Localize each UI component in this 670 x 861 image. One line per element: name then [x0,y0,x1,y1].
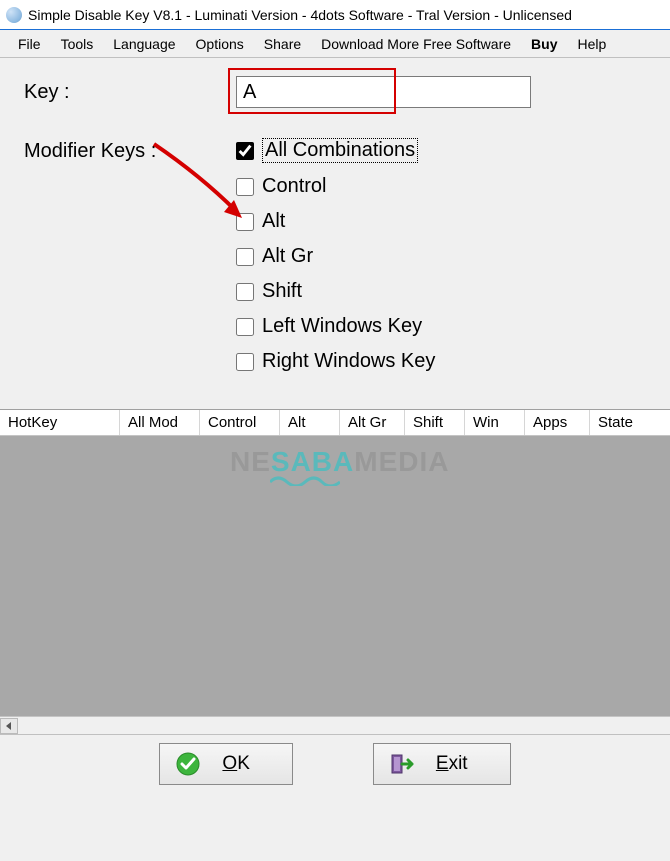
checkbox-input-control[interactable] [236,178,254,196]
checkbox-input-shift[interactable] [236,283,254,301]
menu-options[interactable]: Options [196,36,244,52]
app-icon [6,7,22,23]
checkbox-control[interactable]: Control [236,175,435,198]
chevron-left-icon [5,722,13,730]
modifier-keys-label: Modifier Keys : [24,138,236,163]
ok-check-icon [176,752,200,776]
menubar: File Tools Language Options Share Downlo… [0,30,670,58]
menu-file[interactable]: File [18,36,41,52]
checkbox-shift[interactable]: Shift [236,280,435,303]
col-allmod[interactable]: All Mod [120,410,200,435]
exit-button[interactable]: Exit [373,743,511,785]
col-state[interactable]: State [590,410,670,435]
checkbox-input-altgr[interactable] [236,248,254,266]
checkbox-label: Alt [262,210,285,233]
row-modifier-keys: Modifier Keys : All Combinations Control… [24,138,646,373]
checkbox-label: All Combinations [262,138,418,163]
table-body[interactable] [0,436,670,716]
exit-door-icon [390,752,414,776]
checkbox-input-all-combinations[interactable] [236,142,254,160]
key-input[interactable] [236,76,531,108]
window-title: Simple Disable Key V8.1 - Luminati Versi… [28,7,572,23]
col-altgr[interactable]: Alt Gr [340,410,405,435]
col-hotkey[interactable]: HotKey [0,410,120,435]
form-area: Key : Modifier Keys : All Combinations C… [0,58,670,381]
col-alt[interactable]: Alt [280,410,340,435]
menu-tools[interactable]: Tools [61,36,94,52]
col-shift[interactable]: Shift [405,410,465,435]
col-win[interactable]: Win [465,410,525,435]
row-key: Key : [24,76,646,108]
table-area: HotKey All Mod Control Alt Alt Gr Shift … [0,409,670,734]
col-apps[interactable]: Apps [525,410,590,435]
checkbox-all-combinations[interactable]: All Combinations [236,138,435,163]
menu-help[interactable]: Help [577,36,606,52]
checkbox-input-left-windows[interactable] [236,318,254,336]
table-header: HotKey All Mod Control Alt Alt Gr Shift … [0,410,670,436]
menu-share[interactable]: Share [264,36,301,52]
key-label: Key : [24,81,236,104]
bottom-bar: OK Exit [0,734,670,792]
horizontal-scrollbar[interactable] [0,716,670,734]
checkbox-label: Shift [262,280,302,303]
scroll-left-button[interactable] [0,718,18,734]
checkbox-left-windows[interactable]: Left Windows Key [236,315,435,338]
checkbox-label: Right Windows Key [262,350,435,373]
checkbox-label: Control [262,175,326,198]
col-control[interactable]: Control [200,410,280,435]
exit-button-label: Exit [436,753,468,775]
checkbox-alt[interactable]: Alt [236,210,435,233]
checkbox-label: Alt Gr [262,245,313,268]
checkbox-right-windows[interactable]: Right Windows Key [236,350,435,373]
checkbox-input-right-windows[interactable] [236,353,254,371]
menu-download[interactable]: Download More Free Software [321,36,511,52]
menu-language[interactable]: Language [113,36,175,52]
menu-buy[interactable]: Buy [531,36,557,52]
ok-button[interactable]: OK [159,743,292,785]
checkbox-input-alt[interactable] [236,213,254,231]
titlebar: Simple Disable Key V8.1 - Luminati Versi… [0,0,670,30]
checkbox-label: Left Windows Key [262,315,422,338]
ok-button-label: OK [222,753,249,775]
checkbox-altgr[interactable]: Alt Gr [236,245,435,268]
